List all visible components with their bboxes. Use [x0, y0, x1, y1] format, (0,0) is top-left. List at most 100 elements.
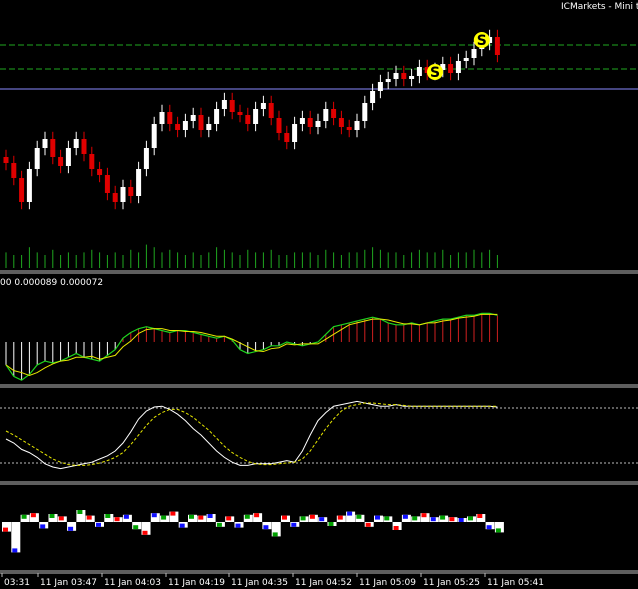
candle-body [81, 139, 87, 154]
histogram-accent [458, 518, 464, 522]
stoch-signal-line [5, 402, 498, 466]
stochastic-panel [5, 400, 498, 470]
histogram-accent [356, 514, 362, 519]
histogram-accent [235, 523, 241, 528]
candle-body [26, 169, 32, 202]
candle-body [143, 148, 149, 169]
time-tick-label: 11 Jan 04:19 [168, 578, 225, 588]
candle-body [120, 187, 126, 202]
histogram-accent [216, 522, 222, 527]
histogram-accent [105, 514, 111, 518]
candle-body [253, 109, 259, 124]
histogram-accent [309, 514, 315, 519]
candle-body [206, 124, 212, 130]
histogram-accent [384, 516, 390, 521]
candle-body [151, 124, 157, 148]
candle-body [97, 169, 103, 175]
histogram-accent [40, 524, 46, 529]
histogram-accent [393, 526, 399, 530]
histogram-accent [123, 514, 129, 519]
candle-body [198, 115, 204, 130]
histogram-accent [151, 513, 157, 518]
candle-body [331, 109, 337, 118]
candle-body [276, 118, 282, 133]
histogram-accent [402, 514, 408, 519]
histogram-accent [421, 513, 427, 518]
histogram-accent [68, 526, 74, 531]
candle-body [89, 154, 95, 169]
candle-body [237, 112, 243, 115]
histogram-accent [86, 515, 92, 520]
time-tick-label: 11 Jan 05:25 [423, 578, 480, 588]
candle-body [128, 187, 134, 196]
signal-label: S [477, 33, 487, 49]
time-tick-label: 11 Jan 04:35 [231, 578, 288, 588]
histogram-panel [2, 510, 504, 553]
candle-body [11, 163, 17, 178]
candle-body [315, 121, 321, 127]
histogram-accent [198, 515, 204, 520]
histogram-accent [170, 511, 176, 516]
histogram-accent [30, 513, 36, 518]
histogram-accent [96, 522, 101, 527]
candle-body [3, 157, 9, 163]
candle-body [362, 103, 368, 121]
candle-body [245, 115, 251, 124]
candle-body [338, 118, 344, 127]
candle-body [260, 103, 266, 109]
candle-body [65, 148, 71, 166]
histogram-accent [412, 516, 418, 521]
candle-body [221, 100, 227, 109]
chart-canvas[interactable]: S S 03:31 11 Jan 03:47 11 Jan 04:03 11 Jan 0… [0, 0, 638, 589]
histogram-accent [300, 516, 306, 521]
histogram-accent [189, 514, 194, 519]
candle-body [159, 112, 165, 124]
candle-body [104, 175, 110, 193]
histogram-accent [3, 527, 8, 532]
candle-body [377, 82, 383, 91]
candle-body [448, 64, 454, 73]
candle-body [307, 118, 313, 127]
candle-body [323, 109, 329, 121]
candle-body [73, 139, 79, 148]
histogram-accent [77, 510, 83, 514]
histogram-accent [440, 515, 446, 520]
macd-signal-line [5, 313, 498, 376]
candle-body [34, 148, 40, 169]
candle-body [50, 139, 56, 157]
time-tick-label: 03:31 [4, 578, 30, 588]
candle-body [19, 178, 25, 202]
candle-body [409, 76, 415, 79]
candle-body [471, 49, 477, 58]
candle-body [214, 109, 220, 124]
candle-body [268, 103, 274, 118]
histogram-accent [430, 517, 436, 522]
histogram-accent [468, 516, 473, 521]
histogram-accent [179, 523, 185, 528]
histogram-accent [21, 514, 27, 519]
histogram-accent [347, 511, 353, 516]
histogram-accent [114, 517, 120, 522]
histogram-bar [11, 522, 21, 553]
candle-body [292, 124, 298, 142]
candle-body [299, 118, 305, 124]
histogram-accent [161, 515, 167, 520]
candle-body [393, 73, 399, 79]
histogram-accent [263, 525, 269, 530]
candle-body [346, 127, 352, 130]
histogram-accent [477, 514, 483, 518]
time-axis: 03:31 11 Jan 03:47 11 Jan 04:03 11 Jan 04:1… [1, 573, 544, 588]
candle-body [167, 112, 173, 124]
histogram-accent [328, 522, 334, 526]
histogram-accent [133, 525, 139, 530]
histogram-accent [337, 515, 343, 520]
candle-body [229, 100, 235, 112]
candle-body [175, 124, 181, 130]
candle-body [354, 121, 360, 130]
histogram-accent [291, 522, 297, 527]
macd-panel [5, 312, 498, 381]
candle-body [385, 79, 391, 82]
histogram-accent [142, 530, 148, 535]
time-tick-label: 11 Jan 03:47 [40, 578, 97, 588]
candle-body [463, 58, 469, 61]
